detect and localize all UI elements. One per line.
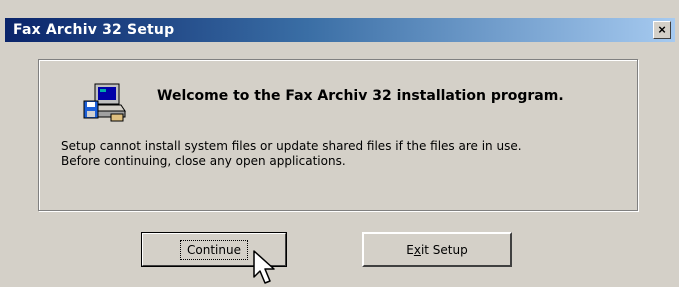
welcome-group-box: Welcome to the Fax Archiv 32 installatio… <box>38 59 638 211</box>
exit-mnemonic: x <box>413 242 421 257</box>
close-button[interactable]: × <box>653 21 671 39</box>
setup-dialog: Fax Archiv 32 Setup × Welcome to the Fax… <box>0 0 679 287</box>
exit-setup-label: Exit Setup <box>406 242 468 257</box>
continue-button-label: Continue <box>180 239 248 260</box>
mouse-pointer-icon <box>253 250 275 284</box>
welcome-heading: Welcome to the Fax Archiv 32 installatio… <box>157 88 564 104</box>
exit-setup-button[interactable]: Exit Setup <box>362 232 512 267</box>
close-icon: × <box>658 22 666 37</box>
title-bar[interactable]: Fax Archiv 32 Setup × <box>5 18 675 42</box>
setup-computer-icon <box>83 83 126 122</box>
message-line-1: Setup cannot install system files or upd… <box>61 139 522 153</box>
window-title: Fax Archiv 32 Setup <box>13 22 175 38</box>
message-line-2: Before continuing, close any open applic… <box>61 154 346 168</box>
setup-message: Setup cannot install system files or upd… <box>61 139 631 169</box>
